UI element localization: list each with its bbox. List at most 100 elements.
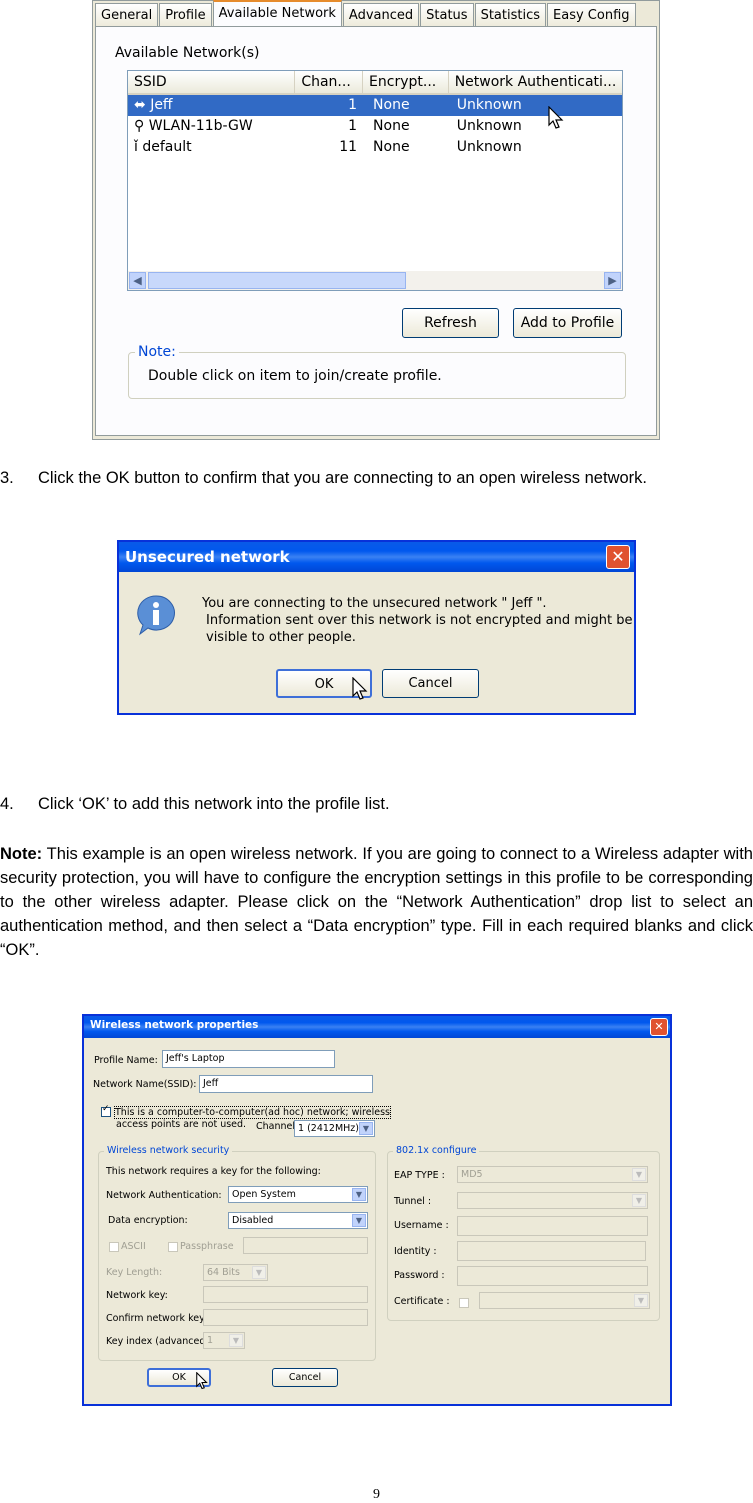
certificate-checkbox[interactable] — [459, 1298, 469, 1308]
note-group-text: Double click on item to join/create prof… — [148, 368, 442, 384]
wireless-network-properties-dialog: Wireless network properties ✕ Profile Na… — [82, 1014, 672, 1406]
available-networks-label: Available Network(s) — [115, 45, 260, 61]
identity-field[interactable] — [457, 1241, 646, 1261]
access-point-icon: ⚲ — [134, 118, 149, 134]
dialog-titlebar: Unsecured network ✕ — [119, 542, 634, 572]
certificate-label: Certificate : — [394, 1296, 450, 1307]
horizontal-scrollbar[interactable]: ◀ ▶ — [128, 271, 622, 290]
dialog-titlebar: Wireless network properties ✕ — [84, 1016, 670, 1038]
adhoc-checkbox[interactable]: ✓ — [101, 1104, 111, 1117]
ssid-label: Network Name(SSID): — [93, 1079, 197, 1090]
scroll-left-icon[interactable]: ◀ — [129, 272, 146, 289]
certificate-select[interactable]: ▼ — [479, 1292, 650, 1309]
confirm-key-field[interactable] — [203, 1309, 368, 1326]
chevron-down-icon[interactable]: ▼ — [229, 1334, 243, 1347]
username-field[interactable] — [457, 1216, 648, 1236]
note-group: Note: Double click on item to join/creat… — [128, 344, 626, 399]
confirm-key-label: Confirm network key: — [106, 1313, 208, 1324]
key-index-select[interactable]: 1 ▼ — [203, 1332, 245, 1349]
note-text: This example is an open wireless network… — [0, 845, 753, 959]
tab-strip: General Profile Available Network Advanc… — [95, 0, 637, 30]
note-label: Note: — [0, 845, 43, 863]
note-paragraph: Note: This example is an open wireless n… — [0, 842, 753, 962]
data-encryption-label: Data encryption: — [108, 1215, 188, 1226]
unsecured-network-dialog: Unsecured network ✕ You are connecting t… — [117, 540, 636, 715]
passphrase-label: Passphrase — [180, 1241, 234, 1252]
message-line-2: Information sent over this network is no… — [206, 613, 633, 628]
identity-label: Identity : — [394, 1246, 437, 1257]
chevron-down-icon[interactable]: ▼ — [359, 1122, 373, 1135]
tab-general[interactable]: General — [95, 3, 159, 28]
key-index-label: Key index (advanced): — [106, 1336, 213, 1347]
wireless-security-title: Wireless network security — [104, 1145, 233, 1156]
adhoc-label-line-2: access points are not used. — [116, 1119, 247, 1130]
chevron-down-icon[interactable]: ▼ — [352, 1214, 366, 1227]
tunnel-select[interactable]: ▼ — [457, 1192, 648, 1209]
dialog-title: Unsecured network — [125, 548, 290, 566]
data-encryption-select[interactable]: Disabled ▼ — [228, 1212, 368, 1229]
profile-name-label: Profile Name: — [94, 1055, 158, 1066]
key-length-select[interactable]: 64 Bits ▼ — [203, 1264, 268, 1281]
dialog-message: You are connecting to the unsecured netw… — [202, 595, 632, 646]
chevron-down-icon[interactable]: ▼ — [632, 1194, 646, 1207]
step-number: 3. — [0, 469, 14, 487]
network-key-field[interactable] — [203, 1286, 368, 1303]
channel-select[interactable]: 1 (2412MHz) ▼ — [294, 1120, 375, 1137]
profile-name-field[interactable]: Jeff's Laptop — [162, 1050, 335, 1068]
note-group-title: Note: — [135, 344, 179, 360]
chevron-down-icon[interactable]: ▼ — [632, 1168, 646, 1181]
chevron-down-icon[interactable]: ▼ — [352, 1188, 366, 1201]
column-encryption[interactable]: Encrypt... — [363, 71, 449, 93]
column-auth[interactable]: Network Authenticati... — [449, 71, 622, 93]
network-list[interactable]: SSID Chan... Encrypt... Network Authenti… — [127, 70, 623, 291]
column-ssid[interactable]: SSID — [128, 71, 296, 93]
chevron-down-icon[interactable]: ▼ — [252, 1266, 266, 1279]
close-icon[interactable]: ✕ — [606, 545, 630, 569]
network-auth-select[interactable]: Open System ▼ — [228, 1186, 368, 1203]
network-key-label: Network key: — [106, 1290, 168, 1301]
tab-status[interactable]: Status — [420, 3, 474, 28]
scroll-thumb[interactable] — [148, 272, 406, 289]
info-icon — [137, 595, 175, 636]
eap-type-select[interactable]: MD5 ▼ — [457, 1166, 648, 1183]
password-label: Password : — [394, 1270, 445, 1281]
mouse-cursor-icon — [352, 677, 368, 700]
dot1x-title: 802.1x configure — [393, 1145, 480, 1156]
channel-label: Channel — [256, 1121, 296, 1132]
cancel-button[interactable]: Cancel — [272, 1368, 338, 1387]
step-text: Click ‘OK’ to add this network into the … — [38, 795, 390, 813]
adhoc-icon: ⬌ — [134, 97, 151, 113]
cancel-button[interactable]: Cancel — [382, 669, 479, 698]
ascii-label: ASCII — [121, 1241, 146, 1252]
wireless-security-group: Wireless network security — [98, 1145, 376, 1361]
network-auth-label: Network Authentication: — [106, 1190, 222, 1201]
close-icon[interactable]: ✕ — [650, 1018, 668, 1036]
dialog-title: Wireless network properties — [90, 1019, 259, 1031]
column-channel[interactable]: Chan... — [295, 71, 364, 93]
ssid-field[interactable]: Jeff — [199, 1075, 373, 1093]
tunnel-label: Tunnel : — [394, 1196, 432, 1207]
scroll-right-icon[interactable]: ▶ — [604, 272, 621, 289]
list-header: SSID Chan... Encrypt... Network Authenti… — [128, 71, 622, 95]
mouse-cursor-icon — [548, 106, 564, 129]
tab-statistics[interactable]: Statistics — [474, 3, 547, 28]
username-label: Username : — [394, 1220, 449, 1231]
passphrase-checkbox[interactable] — [168, 1242, 178, 1252]
available-network-screenshot: General Profile Available Network Advanc… — [92, 0, 660, 440]
refresh-button[interactable]: Refresh — [402, 308, 499, 338]
mouse-cursor-icon — [196, 1372, 208, 1390]
add-to-profile-button[interactable]: Add to Profile — [513, 308, 622, 338]
requires-key-label: This network requires a key for the foll… — [106, 1166, 321, 1177]
password-field[interactable] — [457, 1266, 648, 1286]
ascii-checkbox[interactable] — [109, 1242, 119, 1252]
message-line-1: You are connecting to the unsecured netw… — [202, 596, 547, 611]
step-number: 4. — [0, 795, 14, 813]
message-line-3: visible to other people. — [206, 630, 356, 645]
tab-easy-config[interactable]: Easy Config — [547, 3, 636, 28]
eap-type-label: EAP TYPE : — [394, 1170, 445, 1181]
table-row[interactable]: ǐ default 11 None Unknown — [128, 137, 622, 158]
tab-advanced[interactable]: Advanced — [342, 3, 420, 28]
chevron-down-icon[interactable]: ▼ — [634, 1294, 648, 1307]
tab-profile[interactable]: Profile — [159, 3, 212, 28]
passphrase-field[interactable] — [243, 1237, 368, 1254]
